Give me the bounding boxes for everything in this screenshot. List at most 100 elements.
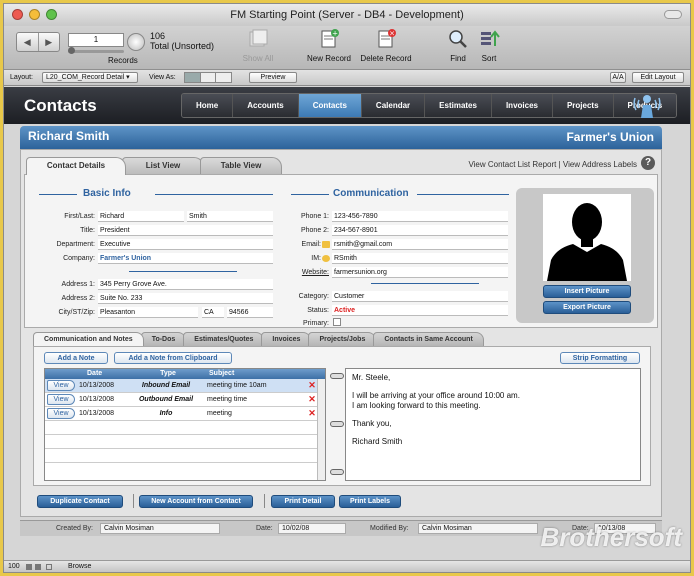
add-note-button[interactable]: Add a Note xyxy=(44,352,108,364)
divider xyxy=(39,194,77,195)
modified-by-field: Calvin Mosiman xyxy=(418,523,538,534)
tab-table-view[interactable]: Table View xyxy=(200,157,282,174)
category-field[interactable]: Customer xyxy=(332,291,508,302)
new-account-button[interactable]: New Account from Contact xyxy=(139,495,253,508)
add-clipboard-note-button[interactable]: Add a Note from Clipboard xyxy=(114,352,232,364)
record-book[interactable]: ◀ ▶ xyxy=(16,32,60,52)
print-detail-button[interactable]: Print Detail xyxy=(271,495,335,508)
table-row[interactable]: View 10/13/2008 Info meeting ✕ xyxy=(45,407,325,421)
contact-details-panel: Basic Info First/Last: Richard Smith Tit… xyxy=(24,174,658,328)
title-field[interactable]: President xyxy=(98,225,273,236)
phone2-field[interactable]: 234-567-8901 xyxy=(332,225,508,236)
tab-list-view[interactable]: List View xyxy=(122,157,204,174)
department-label: Department: xyxy=(56,241,95,248)
insert-picture-button[interactable]: Insert Picture xyxy=(543,285,631,298)
department-field[interactable]: Executive xyxy=(98,239,273,250)
address1-field[interactable]: 345 Perry Grove Ave. xyxy=(98,279,273,290)
tab-communication-notes[interactable]: Communication and Notes xyxy=(33,332,144,346)
status-area-toggle-icon[interactable] xyxy=(46,564,52,570)
delete-record-button[interactable]: × Delete Record xyxy=(356,28,416,63)
last-name-field[interactable]: Smith xyxy=(187,211,273,222)
new-record-button[interactable]: + New Record xyxy=(299,28,359,63)
empty-row xyxy=(45,421,325,435)
state-field[interactable]: CA xyxy=(202,307,224,318)
print-labels-button[interactable]: Print Labels xyxy=(339,495,401,508)
view-as-segmented[interactable] xyxy=(184,72,232,83)
export-picture-button[interactable]: Export Picture xyxy=(543,301,631,314)
view-note-button[interactable]: View xyxy=(47,408,75,419)
nav-projects[interactable]: Projects xyxy=(552,94,614,117)
nav-calendar[interactable]: Calendar xyxy=(361,94,426,117)
sort-button[interactable]: Sort xyxy=(459,28,519,63)
tab-contact-details[interactable]: Contact Details xyxy=(26,157,126,175)
show-all-button[interactable]: Show All xyxy=(228,28,288,63)
city-label: City/ST/Zip: xyxy=(58,309,95,316)
next-record-icon[interactable]: ▶ xyxy=(37,33,60,51)
minimize-window-button[interactable] xyxy=(29,9,40,20)
first-last-label: First/Last: xyxy=(64,213,95,220)
view-note-button[interactable]: View xyxy=(47,380,75,391)
report-links[interactable]: View Contact List Report | View Address … xyxy=(468,160,637,169)
nav-contacts[interactable]: Contacts xyxy=(298,94,362,117)
im-field[interactable]: RSmith xyxy=(332,253,508,264)
tab-projects-jobs[interactable]: Projects/Jobs xyxy=(308,332,377,346)
table-scrollbar[interactable] xyxy=(317,379,325,480)
nav-accounts[interactable]: Accounts xyxy=(233,94,299,117)
email-icon[interactable] xyxy=(322,241,330,248)
address2-field[interactable]: Suite No. 233 xyxy=(98,293,273,304)
im-icon[interactable] xyxy=(322,255,330,262)
toolbar-toggle-button[interactable] xyxy=(664,10,682,19)
layout-select[interactable]: L20_COM_Record Detail ▾ xyxy=(42,72,138,83)
company-field[interactable]: Farmer's Union xyxy=(98,253,273,264)
person-silhouette-icon xyxy=(547,203,627,281)
zoom-window-button[interactable] xyxy=(46,9,57,20)
close-window-button[interactable] xyxy=(12,9,23,20)
website-field[interactable]: farmersunion.org xyxy=(332,267,508,278)
phone1-field[interactable]: 123-456-7890 xyxy=(332,211,508,222)
zip-field[interactable]: 94566 xyxy=(227,307,273,318)
tab-invoices[interactable]: Invoices xyxy=(261,332,312,346)
table-row[interactable]: View 10/13/2008 Outbound Email meeting t… xyxy=(45,393,325,407)
tab-estimates-quotes[interactable]: Estimates/Quotes xyxy=(183,332,265,346)
nav-invoices[interactable]: Invoices xyxy=(491,94,553,117)
layout-bar: Layout: L20_COM_Record Detail ▾ View As:… xyxy=(4,70,690,86)
prev-record-icon[interactable]: ◀ xyxy=(17,33,38,51)
text-size-button[interactable]: A/A xyxy=(610,72,626,83)
created-by-label: Created By: xyxy=(56,525,93,532)
new-record-label: New Record xyxy=(306,54,351,63)
view-form-button[interactable] xyxy=(185,73,201,82)
zoom-level[interactable]: 100 xyxy=(8,561,20,572)
status-bar: 100 Browse xyxy=(4,560,690,572)
edit-layout-button[interactable]: Edit Layout xyxy=(632,72,684,83)
view-note-button[interactable]: View xyxy=(47,394,75,405)
note-date: 10/13/2008 xyxy=(79,396,115,403)
tab-todos[interactable]: To-Dos xyxy=(140,332,187,346)
primary-checkbox[interactable] xyxy=(333,318,341,326)
view-list-button[interactable] xyxy=(201,73,217,82)
note-greeting: Mr. Steele, xyxy=(352,373,391,382)
contact-photo[interactable] xyxy=(543,194,631,281)
city-field[interactable]: Pleasanton xyxy=(98,307,198,318)
watermark: Brothersoft xyxy=(540,522,682,552)
nav-estimates[interactable]: Estimates xyxy=(425,94,492,117)
record-slider[interactable] xyxy=(68,47,124,54)
email-field[interactable]: rsmith@gmail.com xyxy=(332,239,508,250)
first-name-field[interactable]: Richard xyxy=(98,211,184,222)
duplicate-contact-button[interactable]: Duplicate Contact xyxy=(37,495,123,508)
strip-formatting-button[interactable]: Strip Formatting xyxy=(560,352,640,364)
nav-home[interactable]: Home xyxy=(182,94,234,117)
tab-contacts-same-account[interactable]: Contacts in Same Account xyxy=(373,332,484,346)
zoom-in-icon[interactable] xyxy=(35,564,41,570)
preview-button[interactable]: Preview xyxy=(249,72,297,83)
record-status: Total (Unsorted) xyxy=(150,41,215,51)
help-icon[interactable]: ? xyxy=(641,156,655,170)
record-number-input[interactable]: 1 xyxy=(68,33,124,47)
separator xyxy=(133,494,134,508)
status-field[interactable]: Active xyxy=(332,305,508,316)
new-record-icon: + xyxy=(321,29,339,48)
view-table-button[interactable] xyxy=(216,73,231,82)
zoom-out-icon[interactable] xyxy=(26,564,32,570)
note-body-field[interactable]: Mr. Steele, I will be arriving at your o… xyxy=(345,368,641,481)
table-row[interactable]: View 10/13/2008 Inbound Email meeting ti… xyxy=(45,379,325,393)
website-label[interactable]: Website: xyxy=(273,269,329,276)
